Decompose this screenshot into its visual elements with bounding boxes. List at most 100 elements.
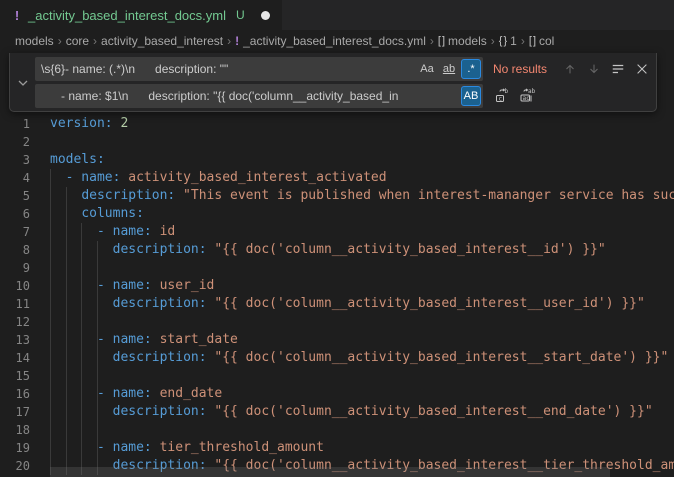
code-line-17[interactable]: description: "{{ doc('column__activity_b… [50, 403, 674, 421]
breadcrumb-item-core[interactable]: core [66, 34, 89, 48]
code-line-11[interactable]: description: "{{ doc('column__activity_b… [50, 295, 674, 313]
token-plain [50, 278, 97, 293]
find-replace-widget: \s{6}- name: (.*)\n description: "" Aa a… [9, 53, 657, 112]
array-icon: [ ] [529, 35, 535, 47]
git-untracked-badge: U [236, 8, 245, 22]
breadcrumb-item-1[interactable]: { }1 [499, 34, 517, 48]
breadcrumb-label: core [66, 34, 89, 48]
editor-area: 1234567891011121314151617181920 version:… [0, 52, 674, 477]
code-line-9[interactable] [50, 259, 674, 277]
token-plain [50, 404, 113, 419]
breadcrumb-item-_activity_based_interest_docs-yml[interactable]: !_activity_based_interest_docs.yml [235, 34, 426, 48]
breadcrumb-separator-icon: › [93, 34, 97, 48]
regex-toggle[interactable]: .* [461, 59, 481, 79]
token-str: "{{ doc('column__activity_based_interest… [207, 296, 645, 311]
line-number: 14 [0, 349, 30, 367]
token-str: activity_based_interest_activated [120, 170, 386, 185]
breadcrumb-separator-icon: › [521, 34, 525, 48]
token-key: models: [50, 152, 105, 167]
unsaved-changes-dot-icon[interactable] [261, 11, 270, 20]
code-line-2[interactable] [50, 133, 674, 151]
breadcrumb-item-activity_based_interest[interactable]: activity_based_interest [101, 34, 223, 48]
token-plain [50, 206, 81, 221]
token-key: - name: [97, 224, 152, 239]
code-line-1[interactable]: version: 2 [50, 115, 674, 133]
code-line-5[interactable]: description: "This event is published wh… [50, 187, 674, 205]
close-find-widget-button[interactable] [631, 59, 652, 80]
tab-activity-based-interest-docs[interactable]: ! _activity_based_interest_docs.yml U [0, 0, 283, 30]
token-plain [50, 188, 81, 203]
breadcrumb-item-models[interactable]: models [15, 34, 54, 48]
replace-all-button[interactable]: ab ac [516, 86, 537, 107]
breadcrumb-label: activity_based_interest [101, 34, 223, 48]
replace-button[interactable]: b c [491, 86, 512, 107]
token-key: - name: [97, 278, 152, 293]
breadcrumb-item-models[interactable]: [ ] models [438, 34, 487, 48]
breadcrumb-label: models [448, 34, 487, 48]
line-number: 18 [0, 421, 30, 439]
token-plain [50, 242, 113, 257]
code-line-14[interactable]: description: "{{ doc('column__activity_b… [50, 349, 674, 367]
replace-input[interactable]: - name: $1\n description: "{{ doc('colum… [35, 84, 483, 108]
code-line-12[interactable] [50, 313, 674, 331]
token-str: "{{ doc('column__activity_based_interest… [207, 404, 653, 419]
toggle-replace-chevron-icon[interactable] [15, 75, 31, 91]
object-icon: { } [499, 35, 506, 47]
previous-match-button[interactable] [559, 59, 580, 80]
code-line-19[interactable]: - name: tier_threshold_amount [50, 439, 674, 457]
code-line-10[interactable]: - name: user_id [50, 277, 674, 295]
token-plain [50, 224, 97, 239]
code-line-15[interactable] [50, 367, 674, 385]
line-number: 13 [0, 331, 30, 349]
array-icon: [ ] [438, 35, 444, 47]
code-line-16[interactable]: - name: end_date [50, 385, 674, 403]
line-number: 19 [0, 439, 30, 457]
token-key: version: [50, 116, 113, 131]
line-number: 3 [0, 151, 30, 169]
line-number: 17 [0, 403, 30, 421]
line-number: 6 [0, 205, 30, 223]
token-str: id [152, 224, 175, 239]
line-number: 7 [0, 223, 30, 241]
token-str: tier_threshold_amount [152, 440, 324, 455]
match-case-toggle[interactable]: Aa [417, 59, 437, 79]
code-line-7[interactable]: - name: id [50, 223, 674, 241]
line-number: 2 [0, 133, 30, 151]
token-key: description: [113, 296, 207, 311]
token-plain [50, 440, 97, 455]
token-key: - name: [97, 332, 152, 347]
token-key: - name: [66, 170, 121, 185]
yaml-icon: ! [235, 34, 239, 48]
code-line-18[interactable] [50, 421, 674, 439]
line-number: 4 [0, 169, 30, 187]
code-line-6[interactable]: columns: [50, 205, 674, 223]
svg-text:ac: ac [522, 95, 530, 102]
find-in-selection-button[interactable] [607, 59, 628, 80]
code-line-4[interactable]: - name: activity_based_interest_activate… [50, 169, 674, 187]
horizontal-scrollbar[interactable] [50, 467, 610, 477]
whole-word-toggle[interactable]: ab [439, 59, 459, 79]
yaml-file-icon: ! [12, 8, 22, 23]
token-str: end_date [152, 386, 222, 401]
line-number: 10 [0, 277, 30, 295]
code-line-3[interactable]: models: [50, 151, 674, 169]
next-match-button[interactable] [583, 59, 604, 80]
token-num: 2 [113, 116, 129, 131]
line-number: 8 [0, 241, 30, 259]
line-number: 1 [0, 115, 30, 133]
token-plain [50, 350, 113, 365]
find-input[interactable]: \s{6}- name: (.*)\n description: "" Aa a… [35, 57, 483, 81]
breadcrumb-item-col[interactable]: [ ]col [529, 34, 555, 48]
token-key: description: [81, 188, 175, 203]
token-plain [50, 332, 97, 347]
breadcrumb-label: models [15, 34, 54, 48]
token-plain [50, 296, 113, 311]
code-line-8[interactable]: description: "{{ doc('column__activity_b… [50, 241, 674, 259]
line-number: 12 [0, 313, 30, 331]
token-str: start_date [152, 332, 238, 347]
code-line-13[interactable]: - name: start_date [50, 331, 674, 349]
preserve-case-toggle[interactable]: AB [461, 86, 481, 106]
line-number: 20 [0, 457, 30, 475]
replace-value-text: - name: $1\n description: "{{ doc('colum… [41, 89, 461, 103]
line-number: 9 [0, 259, 30, 277]
